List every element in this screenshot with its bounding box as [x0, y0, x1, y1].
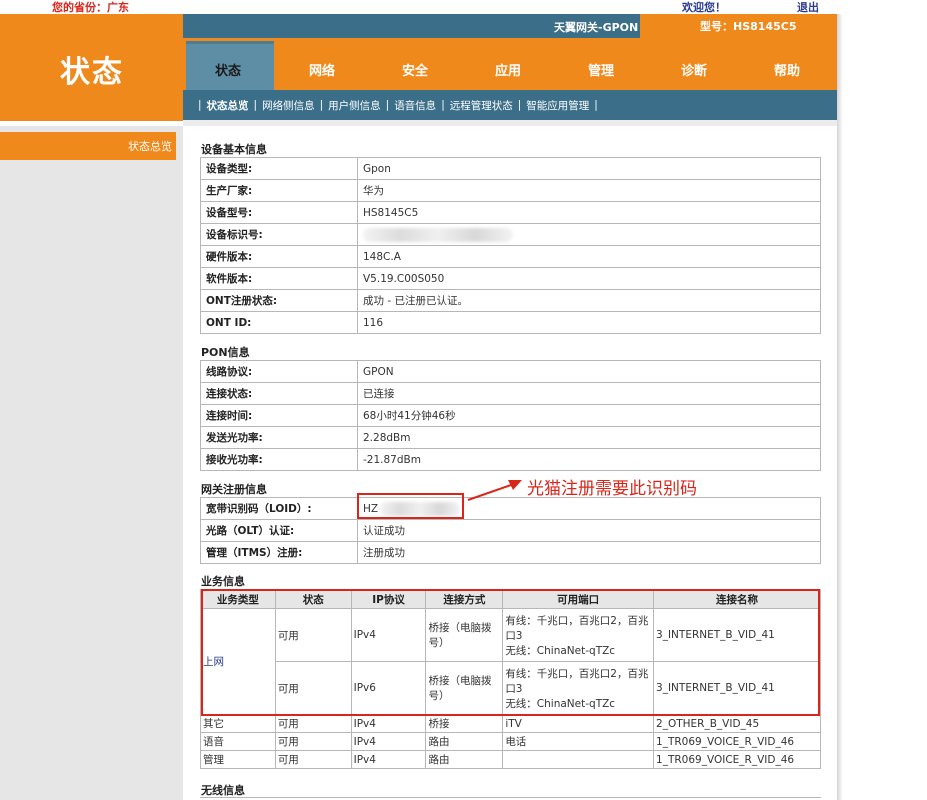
- table-row: 连接时间: 68小时41分钟46秒: [200, 404, 821, 427]
- divider: [183, 120, 837, 126]
- redacted-value: [363, 227, 513, 242]
- subnav-separator: |: [594, 99, 598, 111]
- tab-application[interactable]: 应用: [495, 60, 521, 79]
- subnav-voice[interactable]: 语音信息: [394, 98, 436, 113]
- page-big-title: 状态: [60, 55, 124, 90]
- table-row: 软件版本: V5.19.C00S050: [200, 267, 821, 290]
- service-highlight-box: [201, 589, 820, 716]
- gateway-reg-table: 宽带识别码（LOID）: HZ 光路（OLT）认证: 认证成功 管理（ITMS）注册…: [200, 497, 821, 564]
- subnav-user-side[interactable]: 用户侧信息: [328, 98, 381, 113]
- tab-help[interactable]: 帮助: [774, 60, 800, 79]
- annotation-arrow-icon: [467, 480, 522, 501]
- section-title-service: 业务信息: [201, 575, 245, 588]
- subnav-separator: |: [198, 99, 202, 111]
- sidebar: [0, 126, 183, 800]
- table-row: 设备类型: Gpon: [200, 157, 821, 180]
- province-label: 您的省份：广东: [52, 1, 129, 14]
- subnav-separator: |: [253, 99, 258, 111]
- table-row: 设备标识号:: [200, 223, 821, 246]
- tab-status[interactable]: 状态: [215, 60, 241, 79]
- subnav-remote-mgmt[interactable]: 远程管理状态: [450, 98, 513, 113]
- annotation-text: 光猫注册需要此识别码: [527, 479, 697, 499]
- sub-nav: | 状态总览 | 网络侧信息 | 用户侧信息 | 语音信息 | 远程管理状态 |…: [183, 90, 837, 120]
- sidebar-item-status-overview[interactable]: 状态总览: [0, 132, 176, 160]
- table-row: 光路（OLT）认证: 认证成功: [200, 519, 821, 542]
- tab-management[interactable]: 管理: [588, 60, 614, 79]
- table-row: 线路协议: GPON: [200, 360, 821, 383]
- tab-security[interactable]: 安全: [402, 60, 428, 79]
- section-title-wireless: 无线信息: [201, 784, 245, 797]
- table-row: ONT注册状态: 成功 - 已注册已认证。: [200, 289, 821, 312]
- subnav-separator: |: [517, 99, 522, 111]
- page-edge: [837, 14, 843, 800]
- pon-info-table: 线路协议: GPON 连接状态: 已连接 连接时间: 68小时41分钟46秒 发送光功…: [200, 360, 821, 471]
- welcome-text: 欢迎您！: [682, 1, 726, 14]
- loid-highlight-box: [357, 493, 464, 519]
- subnav-separator: |: [441, 99, 445, 111]
- table-row: 发送光功率: 2.28dBm: [200, 426, 821, 449]
- table-row: 管理 可用 IPv4 路由 1_TR069_VOICE_R_VID_46: [200, 750, 821, 769]
- table-row: 硬件版本: 148C.A: [200, 245, 821, 268]
- table-row: 其它 可用 IPv4 桥接 iTV 2_OTHER_B_VID_45: [200, 714, 821, 733]
- gateway-name: 天翼网关-GPON: [554, 21, 639, 34]
- table-row: 设备型号: HS8145C5: [200, 201, 821, 224]
- subnav-status-overview[interactable]: 状态总览: [207, 98, 249, 113]
- section-title-gateway-reg: 网关注册信息: [201, 483, 267, 496]
- device-info-table: 设备类型: Gpon 生产厂家: 华为 设备型号: HS8145C5 设备标识号: 硬…: [200, 157, 821, 334]
- table-row: 语音 可用 IPv4 路由 电话 1_TR069_VOICE_R_VID_46: [200, 732, 821, 751]
- table-row: 生产厂家: 华为: [200, 179, 821, 202]
- subnav-smart-app[interactable]: 智能应用管理: [526, 98, 589, 113]
- table-row: 管理（ITMS）注册: 注册成功: [200, 541, 821, 564]
- table-row: 接收光功率: -21.87dBm: [200, 448, 821, 471]
- section-title-pon: PON信息: [201, 346, 250, 359]
- tab-network[interactable]: 网络: [309, 60, 335, 79]
- subnav-separator: |: [319, 99, 324, 111]
- subnav-separator: |: [385, 99, 390, 111]
- top-bar: [0, 0, 927, 14]
- table-row: 连接状态: 已连接: [200, 382, 821, 405]
- section-title-device: 设备基本信息: [201, 143, 267, 156]
- table-row: ONT ID: 116: [200, 311, 821, 334]
- subnav-network-side[interactable]: 网络侧信息: [262, 98, 315, 113]
- tab-diagnostics[interactable]: 诊断: [681, 60, 707, 79]
- model-label: 型号：HS8145C5: [640, 14, 837, 38]
- logout-link[interactable]: 退出: [797, 0, 819, 15]
